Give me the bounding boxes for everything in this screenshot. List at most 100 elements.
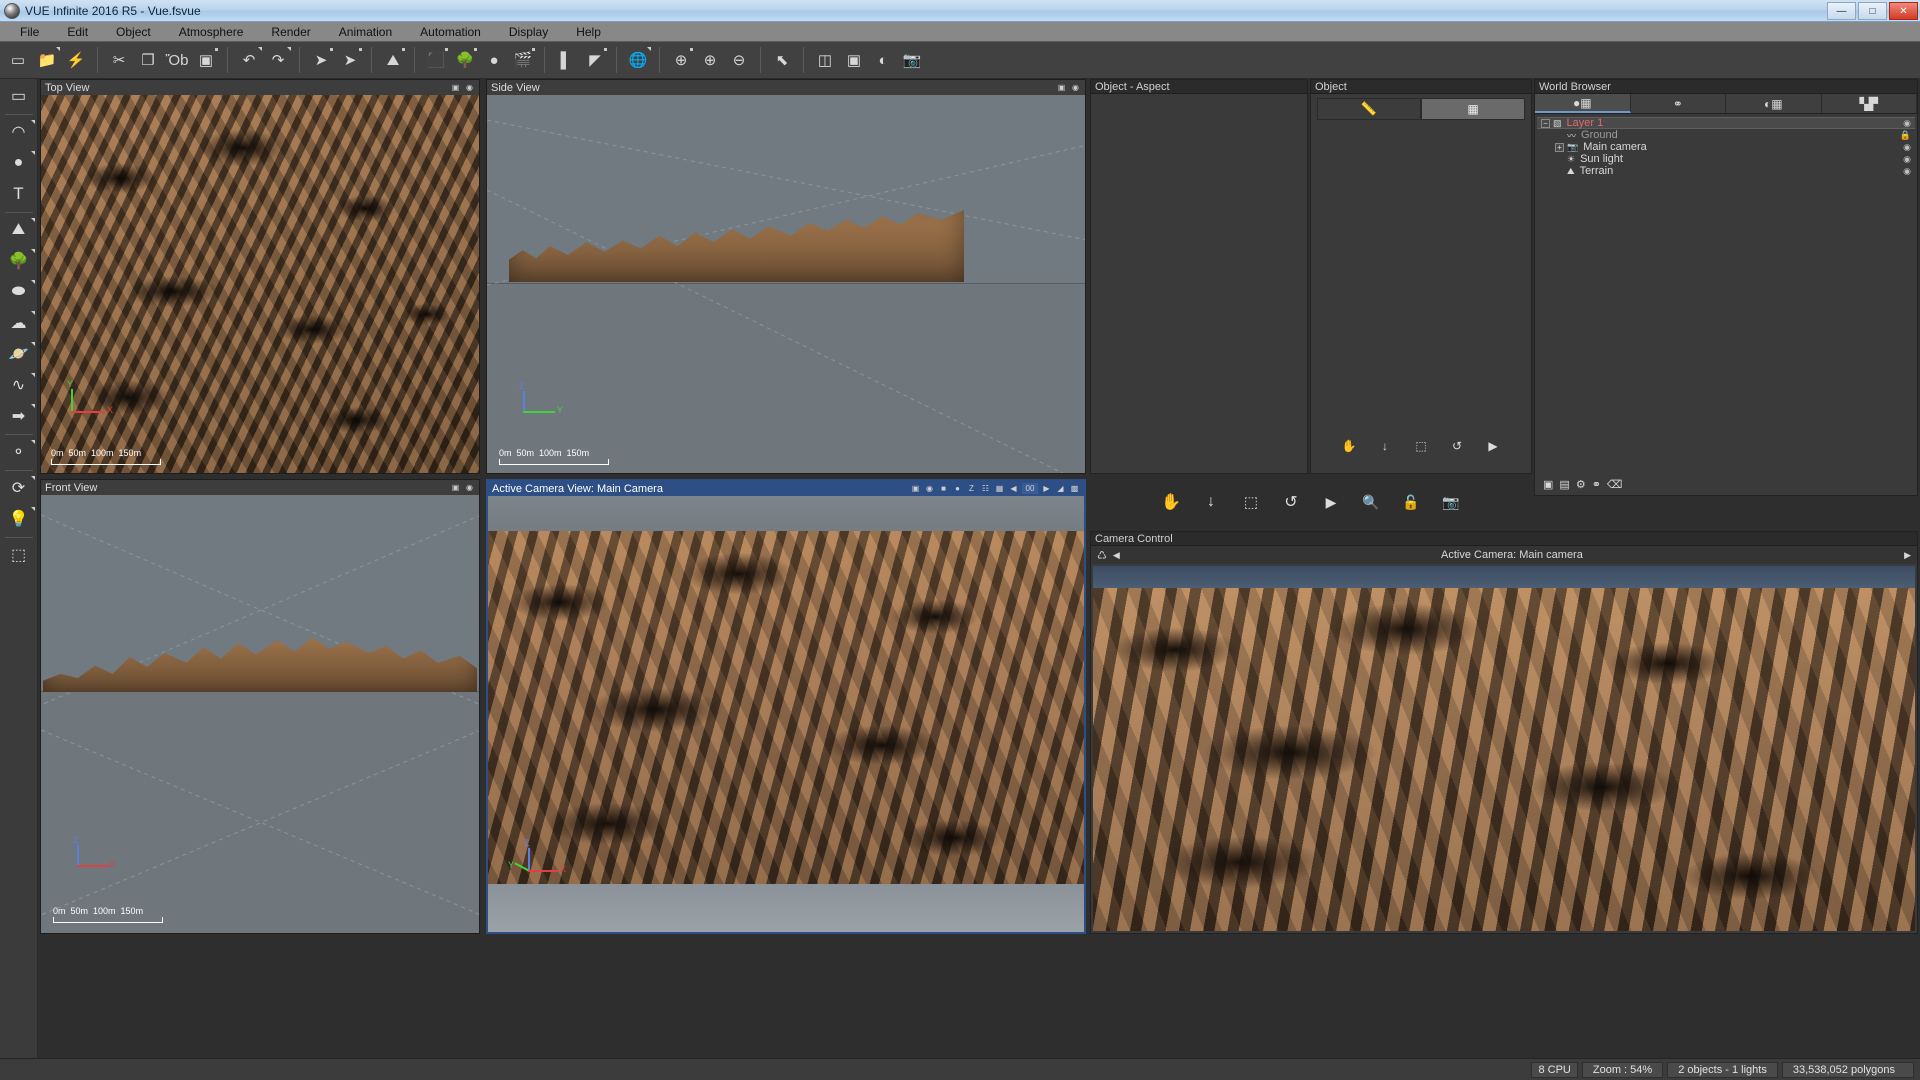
mirror-icon[interactable]: ◤ [581, 46, 609, 74]
dropdown-arrow-icon[interactable] [30, 507, 35, 511]
prev-frame-icon[interactable]: ◀ [1008, 483, 1019, 494]
numerics-tab[interactable]: 📏 [1317, 98, 1421, 120]
links-tab[interactable]: ⚭ [1630, 94, 1726, 113]
viewport-side-view[interactable]: Side View ▣ ◉ Z Y 0m 50m 100m 150m [486, 79, 1086, 474]
layers-tab[interactable]: ▚▛ [1821, 94, 1917, 113]
drop-tool-main[interactable]: ↓ [1198, 489, 1224, 515]
pan-tool-main[interactable]: ✋ [1158, 489, 1184, 515]
layout-single-icon[interactable]: ▣ [840, 46, 868, 74]
viewport-front-view[interactable]: Front View ▣ ◉ Z X 0m 50m 100m 150m [40, 479, 480, 934]
eye-icon[interactable]: ◉ [1903, 118, 1911, 129]
animation-clapper-icon[interactable]: 🎬 [509, 46, 537, 74]
open-folder-icon[interactable]: 📁 [33, 46, 61, 74]
sphere-primitive-icon[interactable]: ● [2, 148, 36, 178]
new-layer-icon[interactable]: ▣ [1543, 478, 1553, 491]
zoom-tool-main[interactable]: 🔍 [1358, 489, 1384, 515]
render-preview-icon[interactable]: ◐ [869, 46, 897, 74]
redo-icon[interactable]: ↷ [264, 46, 292, 74]
delete-icon[interactable]: ⌫ [1607, 478, 1623, 491]
dropdown-arrow-icon[interactable] [56, 47, 60, 51]
terrain-icon[interactable]: ⛰ [2, 215, 36, 245]
rotate-tool-main[interactable]: ↺ [1278, 489, 1304, 515]
frame-counter[interactable]: 00 [1022, 483, 1038, 494]
dropdown-arrow-icon[interactable] [30, 218, 35, 222]
lock-tool-main[interactable]: 🔓 [1398, 489, 1424, 515]
tree-expander[interactable]: + [1555, 142, 1564, 152]
object-count[interactable]: 2 objects - 1 lights [1667, 1061, 1778, 1078]
play-tool-main[interactable]: ▶ [1318, 489, 1344, 515]
materials-tab[interactable]: ◐▦ [1726, 94, 1822, 113]
menu-item-display[interactable]: Display [495, 23, 562, 41]
select-region-tool[interactable]: ⬚ [1408, 433, 1434, 459]
polygon-count[interactable]: 33,538,052 polygons [1781, 1061, 1914, 1078]
camera-icon[interactable]: ▣ [910, 483, 921, 494]
tree-node[interactable]: ☀ Sun light ◉ [1537, 153, 1915, 165]
link-icon[interactable]: ⚭ [1592, 478, 1601, 491]
snapshot-icon[interactable]: ◉ [464, 482, 475, 493]
fullscreen-icon[interactable]: ▩ [1069, 483, 1080, 494]
duplicate-icon[interactable]: ▣ [192, 46, 220, 74]
menu-item-file[interactable]: File [6, 23, 53, 41]
pan-tool[interactable]: ✋ [1336, 433, 1362, 459]
brush-icon[interactable]: ◢ [1055, 483, 1066, 494]
terrain-edit-icon[interactable]: ⛰ [379, 46, 407, 74]
object-cube-icon[interactable]: ⬛ [422, 46, 450, 74]
lock-icon[interactable]: 🔒 [1900, 130, 1911, 141]
render-camera-icon[interactable]: 📷 [898, 46, 926, 74]
pointer-region-icon[interactable]: ⬉ [768, 46, 796, 74]
dropdown-arrow-icon[interactable] [30, 311, 35, 315]
copy-icon[interactable]: ❐ [134, 46, 162, 74]
light-bulb-icon[interactable]: 💡 [2, 504, 36, 534]
tree-node[interactable]: ⛰ Terrain ◉ [1537, 165, 1915, 177]
tree-expander[interactable]: − [1541, 118, 1550, 128]
ecosystem-paint-icon[interactable]: 🌳 [451, 46, 479, 74]
zoom-out-icon[interactable]: ⊖ [725, 46, 753, 74]
move-tool-icon[interactable]: ➤ [336, 46, 364, 74]
render-region-icon[interactable]: ▦ [994, 483, 1005, 494]
menu-item-render[interactable]: Render [257, 23, 324, 41]
group-objects-icon[interactable]: ⬚ [2, 540, 36, 570]
viewport-top-view[interactable]: Top View ▣ ◉ Y X 0m 50m 100m 150m [40, 79, 480, 474]
undo-icon[interactable]: ↶ [235, 46, 263, 74]
settings-icon[interactable]: ⚙ [1576, 478, 1586, 491]
menu-item-edit[interactable]: Edit [53, 23, 102, 41]
menu-item-atmosphere[interactable]: Atmosphere [165, 23, 258, 41]
drop-tool[interactable]: ↓ [1372, 433, 1398, 459]
dropdown-arrow-icon[interactable] [30, 249, 35, 253]
maximize-button[interactable]: □ [1858, 2, 1887, 20]
spline-curve-icon[interactable]: ∿ [2, 370, 36, 400]
water-plane-icon[interactable]: ◠ [2, 117, 36, 147]
camera-icon[interactable]: ▣ [450, 82, 461, 93]
tree-node[interactable]: − ▧ Layer 1 ◉ [1537, 117, 1915, 129]
point-icon[interactable]: ● [952, 483, 963, 494]
wireframe-icon[interactable]: ☷ [980, 483, 991, 494]
snapshot-icon[interactable]: ◉ [464, 82, 475, 93]
rock-icon[interactable]: ⬬ [2, 277, 36, 307]
transform-tab[interactable]: ▦ [1421, 98, 1525, 120]
camera-icon[interactable]: ▣ [450, 482, 461, 493]
layout-quad-icon[interactable]: ◫ [811, 46, 839, 74]
menu-item-automation[interactable]: Automation [406, 23, 495, 41]
prev-camera-button[interactable]: ◀ [1113, 550, 1120, 561]
snapshot-icon[interactable]: ◉ [1070, 82, 1081, 93]
camera-control-preview[interactable] [1093, 566, 1915, 931]
dropdown-arrow-icon[interactable] [30, 120, 35, 124]
metablob-icon[interactable]: ⚬ [2, 437, 36, 467]
cpu-count[interactable]: 8 CPU [1531, 1061, 1578, 1078]
dropdown-arrow-icon[interactable] [30, 342, 35, 346]
menu-item-object[interactable]: Object [102, 23, 165, 41]
cut-icon[interactable]: ✂ [105, 46, 133, 74]
duplicate-layer-icon[interactable]: ▤ [1559, 478, 1569, 491]
spiral-twist-icon[interactable]: ⟳ [2, 473, 36, 503]
menu-item-animation[interactable]: Animation [325, 23, 406, 41]
eye-icon[interactable]: ◉ [1903, 142, 1911, 153]
viewport-canvas-side-view[interactable]: Z Y 0m 50m 100m 150m [487, 95, 1085, 473]
plant-tree-icon[interactable]: 🌳 [2, 246, 36, 276]
extrude-cube-icon[interactable]: ➡ [2, 401, 36, 431]
camera-tool-main[interactable]: 📷 [1438, 489, 1464, 515]
close-button[interactable]: ✕ [1889, 2, 1918, 20]
material-spheres-icon[interactable]: ● [480, 46, 508, 74]
zoom-fit-icon[interactable]: ⊕ [667, 46, 695, 74]
z-buffer-icon[interactable]: Z [966, 483, 977, 494]
zoom-level[interactable]: Zoom : 54% [1581, 1061, 1664, 1078]
